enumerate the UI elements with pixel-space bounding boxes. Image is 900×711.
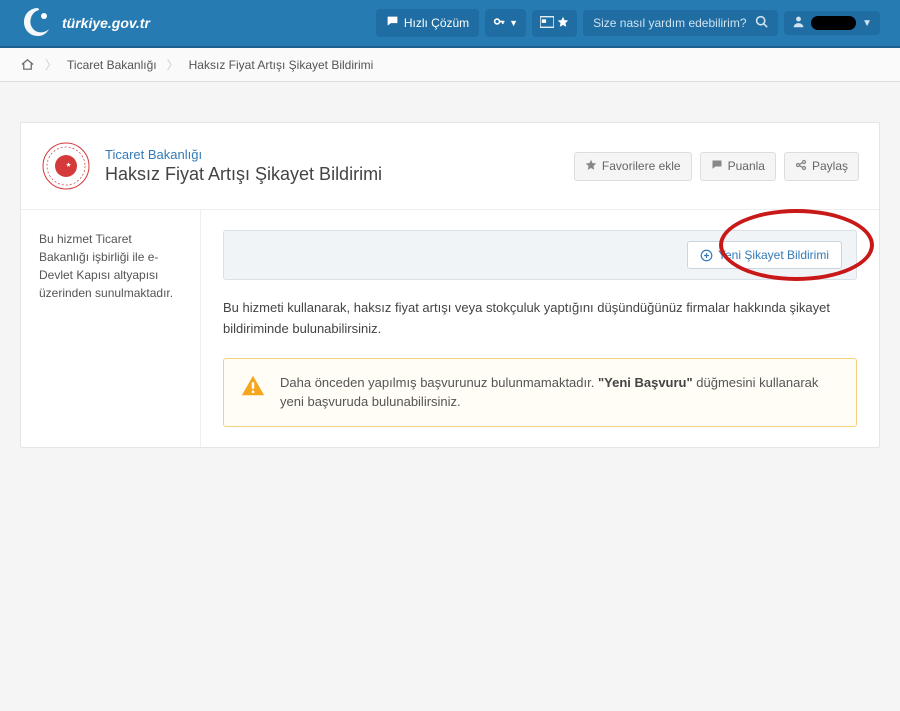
card-body: Bu hizmet Ticaret Bakanlığı işbirliği il… xyxy=(21,210,879,447)
search-input[interactable] xyxy=(593,16,751,30)
add-favorite-button[interactable]: Favorilere ekle xyxy=(574,152,692,181)
sidebar-info: Bu hizmet Ticaret Bakanlığı işbirliği il… xyxy=(21,210,201,447)
site-header: türkiye.gov.tr Hızlı Çözüm ▼ ▼ xyxy=(0,0,900,48)
logo-swirl-icon xyxy=(20,5,56,41)
rate-label: Puanla xyxy=(728,159,765,173)
chat-icon xyxy=(386,15,399,31)
breadcrumb-current: Haksız Fiyat Artışı Şikayet Bildirimi xyxy=(189,58,374,72)
new-complaint-label: Yeni Şikayet Bildirimi xyxy=(718,248,829,262)
quick-solution-button[interactable]: Hızlı Çözüm xyxy=(376,9,479,37)
site-logo[interactable]: türkiye.gov.tr xyxy=(20,5,150,41)
share-icon xyxy=(795,159,807,174)
breadcrumb: 〉 Ticaret Bakanlığı 〉 Haksız Fiyat Artış… xyxy=(0,48,900,82)
search-icon xyxy=(755,15,768,31)
breadcrumb-separator: 〉 xyxy=(167,56,179,73)
add-favorite-label: Favorilere ekle xyxy=(602,159,681,173)
card-header: Ticaret Bakanlığı Haksız Fiyat Artışı Şi… xyxy=(21,123,879,210)
user-menu-button[interactable]: ▼ xyxy=(784,11,880,35)
share-button[interactable]: Paylaş xyxy=(784,152,859,181)
rate-button[interactable]: Puanla xyxy=(700,152,776,181)
sidebar-text: Bu hizmet Ticaret Bakanlığı işbirliği il… xyxy=(39,232,173,300)
ministry-logo-icon xyxy=(41,141,91,191)
key-menu-button[interactable]: ▼ xyxy=(485,9,526,37)
service-description: Bu hizmeti kullanarak, haksız fiyat artı… xyxy=(223,298,857,340)
card-title: Haksız Fiyat Artışı Şikayet Bildirimi xyxy=(105,164,574,185)
chevron-down-icon: ▼ xyxy=(509,18,518,28)
breadcrumb-separator: 〉 xyxy=(45,56,57,73)
page-content: Ticaret Bakanlığı Haksız Fiyat Artışı Şi… xyxy=(10,122,890,448)
main-panel: Yeni Şikayet Bildirimi Bu hizmeti kullan… xyxy=(201,210,879,447)
key-icon xyxy=(493,15,506,31)
star-icon xyxy=(557,16,569,31)
star-icon xyxy=(585,159,597,174)
card-actions: Favorilere ekle Puanla Paylaş xyxy=(574,152,859,181)
alert-text: Daha önceden yapılmış başvurunuz bulunma… xyxy=(280,373,840,412)
warning-icon xyxy=(240,373,266,412)
alert-text-bold: "Yeni Başvuru" xyxy=(598,375,693,390)
user-name-redacted xyxy=(811,16,856,30)
breadcrumb-ministry[interactable]: Ticaret Bakanlığı xyxy=(67,58,157,72)
search-box[interactable] xyxy=(583,10,778,36)
info-alert: Daha önceden yapılmış başvurunuz bulunma… xyxy=(223,358,857,427)
site-name: türkiye.gov.tr xyxy=(62,15,150,31)
share-label: Paylaş xyxy=(812,159,848,173)
breadcrumb-home[interactable] xyxy=(20,57,35,72)
comment-icon xyxy=(711,159,723,174)
card-subtitle: Ticaret Bakanlığı xyxy=(105,147,574,162)
alert-text-before: Daha önceden yapılmış başvurunuz bulunma… xyxy=(280,375,598,390)
quick-solution-label: Hızlı Çözüm xyxy=(404,16,469,30)
card-icon xyxy=(540,16,554,31)
card-title-group: Ticaret Bakanlığı Haksız Fiyat Artışı Şi… xyxy=(105,147,574,185)
plus-circle-icon xyxy=(700,249,713,262)
favorites-menu-button[interactable] xyxy=(532,10,577,37)
chevron-down-icon: ▼ xyxy=(862,18,872,29)
new-complaint-button[interactable]: Yeni Şikayet Bildirimi xyxy=(687,241,842,269)
user-icon xyxy=(792,15,805,31)
toolbar: Yeni Şikayet Bildirimi xyxy=(223,230,857,280)
service-card: Ticaret Bakanlığı Haksız Fiyat Artışı Şi… xyxy=(20,122,880,448)
